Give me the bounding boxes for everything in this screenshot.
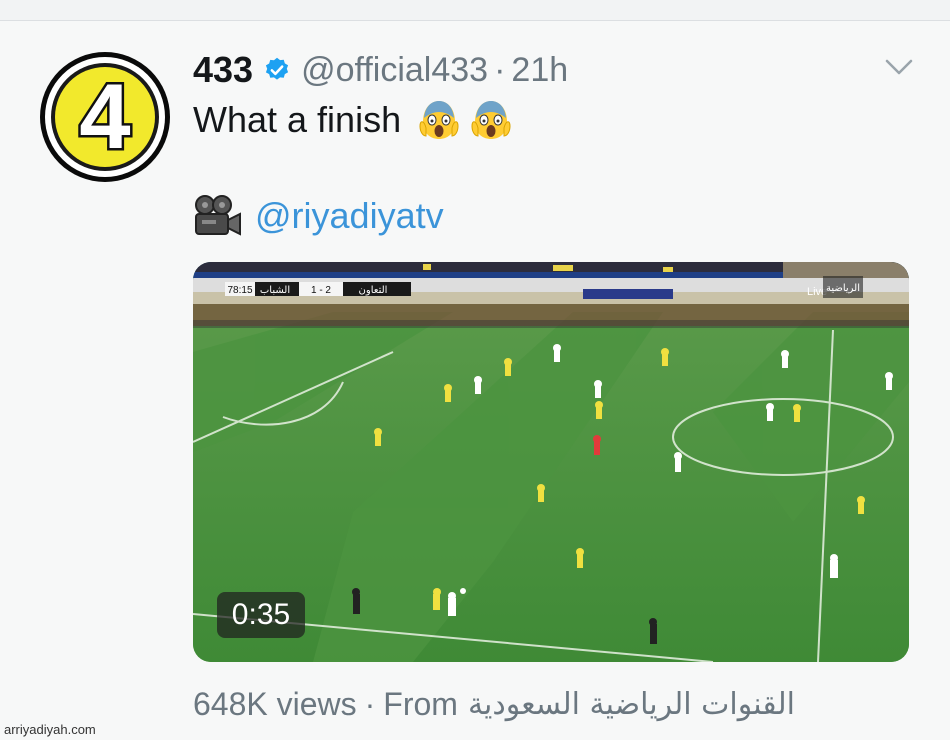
video-footer: 648K views · From القنوات الرياضية السعو…	[193, 682, 795, 726]
view-count: 648K views	[193, 685, 357, 722]
verified-badge-icon	[265, 57, 289, 80]
video-source-link[interactable]: القنوات الرياضية السعودية	[468, 687, 795, 722]
mention-row: @riyadiyatv	[193, 192, 444, 240]
header-separator: ·	[494, 50, 506, 89]
video-player[interactable]: 78:15 الشباب 1 - 2 التعاون Live الرياضية…	[193, 262, 909, 662]
tweet-text: What a finish	[193, 96, 513, 144]
author-name[interactable]: 433	[193, 49, 253, 91]
tweet-header: 433 @official433 · 21h	[193, 46, 568, 94]
tweet-text-content: What a finish	[193, 99, 402, 140]
scream-emoji-icon	[419, 101, 459, 139]
author-handle[interactable]: @official433	[301, 51, 488, 90]
svg-text:1 - 2: 1 - 2	[311, 285, 331, 296]
chevron-down-icon[interactable]	[884, 56, 914, 78]
from-label: From	[383, 685, 458, 722]
mention-link[interactable]: @riyadiyatv	[255, 195, 444, 237]
svg-text:4: 4	[79, 66, 130, 168]
watermark: arriyadiyah.com	[4, 722, 96, 737]
video-duration: 0:35	[217, 592, 305, 638]
footer-separator: ·	[364, 685, 376, 722]
svg-text:الشباب: الشباب	[260, 285, 290, 296]
svg-text:الرياضية: الرياضية	[826, 283, 860, 294]
svg-text:التعاون: التعاون	[359, 285, 388, 296]
avatar[interactable]: 4	[40, 52, 170, 182]
movie-camera-icon	[195, 195, 241, 236]
svg-text:78:15: 78:15	[227, 285, 252, 296]
tweet-timestamp[interactable]: 21h	[511, 51, 568, 90]
avatar-number: 4	[77, 64, 133, 171]
scream-emoji-icon	[471, 101, 511, 139]
